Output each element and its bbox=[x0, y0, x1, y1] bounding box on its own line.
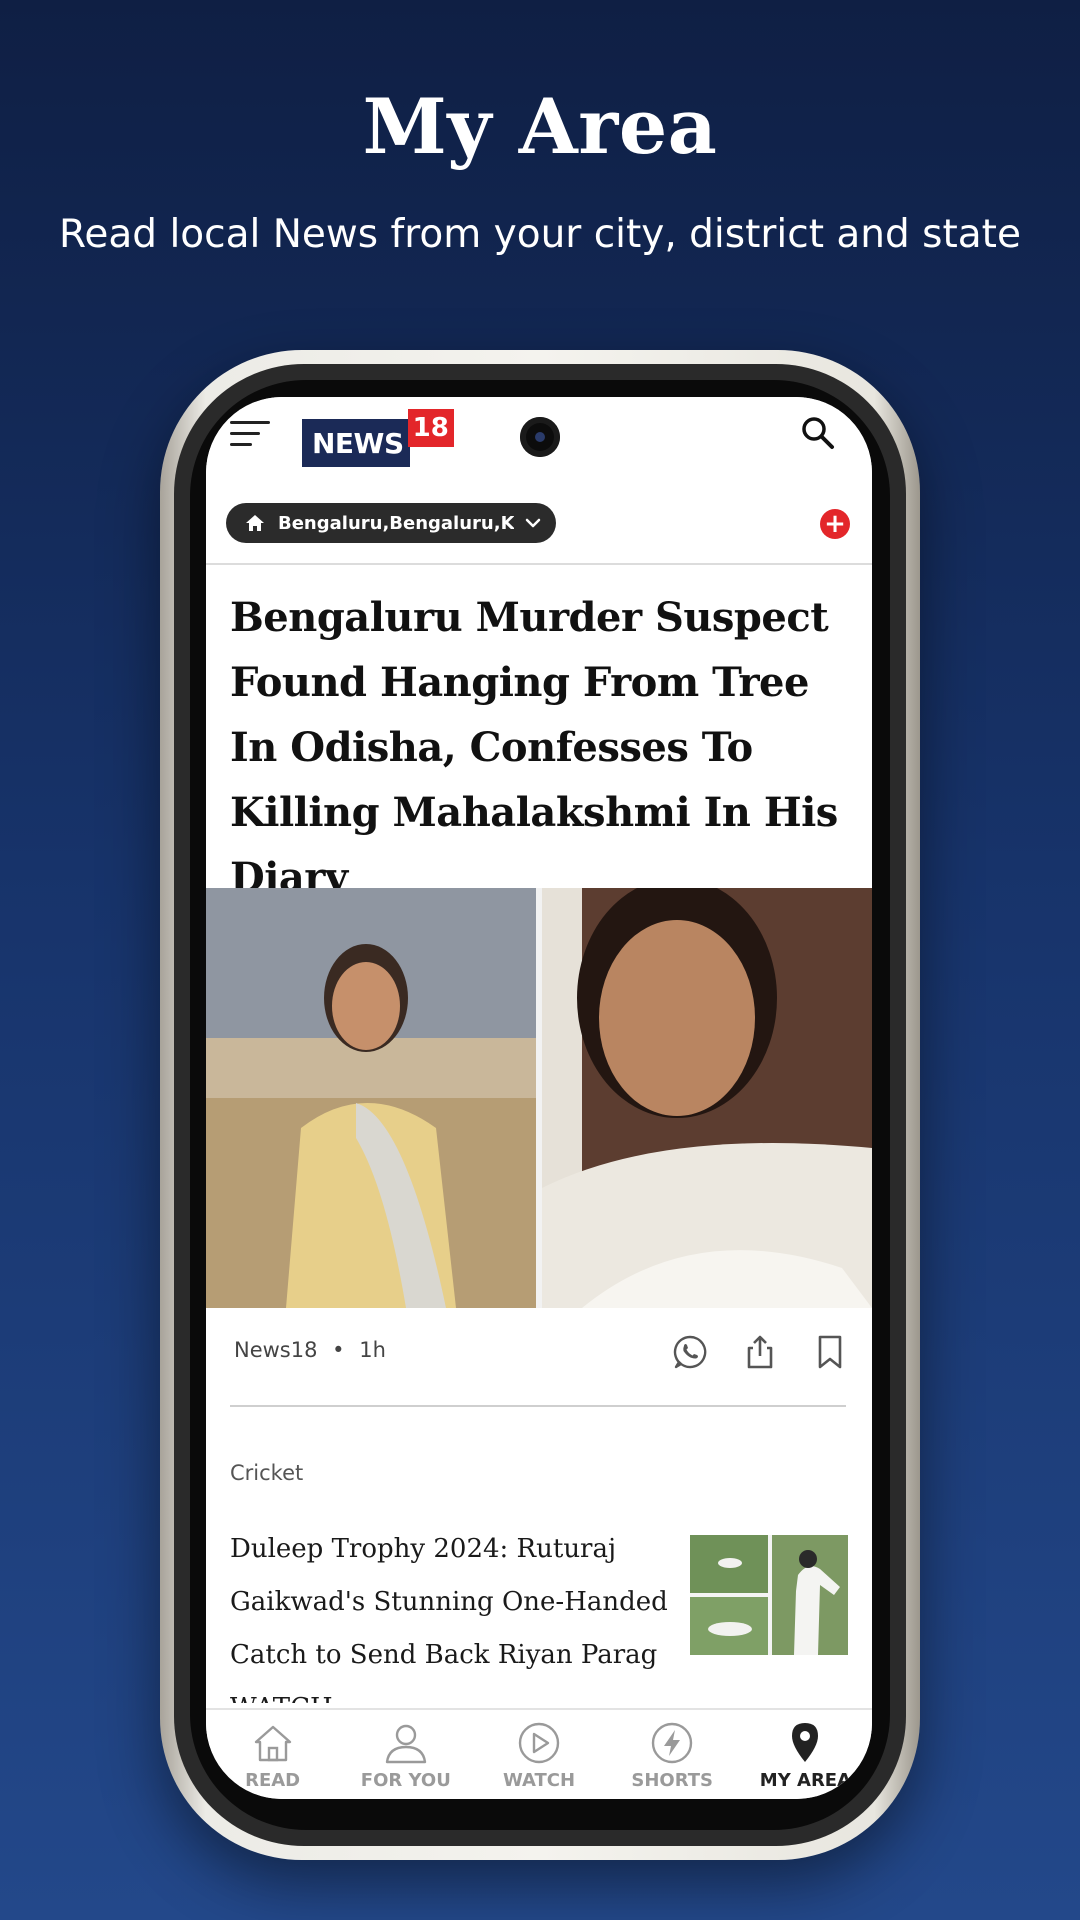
nav-label: SHORTS bbox=[631, 1770, 714, 1791]
app-header: NEWS 18 bbox=[206, 397, 872, 477]
hamburger-menu-icon[interactable] bbox=[230, 417, 272, 451]
nav-item-watch[interactable]: WATCH bbox=[472, 1710, 605, 1799]
phone-screen: NEWS 18 Bengaluru,Bengaluru,K... + Benga… bbox=[206, 397, 872, 1799]
logo-number: 18 bbox=[407, 409, 454, 447]
share-icon[interactable] bbox=[742, 1334, 778, 1370]
location-selector[interactable]: Bengaluru,Bengaluru,K... bbox=[226, 503, 556, 543]
news18-logo[interactable]: NEWS 18 bbox=[302, 409, 454, 467]
divider bbox=[230, 1405, 846, 1407]
story-category[interactable]: Cricket bbox=[230, 1461, 303, 1485]
bookmark-icon[interactable] bbox=[812, 1334, 848, 1370]
add-location-button[interactable]: + bbox=[820, 509, 850, 539]
article-headline[interactable]: Bengaluru Murder Suspect Found Hanging F… bbox=[230, 585, 850, 910]
promo-subtitle: Read local News from your city, district… bbox=[59, 212, 1021, 257]
lightning-icon bbox=[652, 1722, 693, 1764]
location-label: Bengaluru,Bengaluru,K... bbox=[278, 512, 514, 534]
promo-title: My Area bbox=[362, 82, 718, 171]
article-time: 1h bbox=[359, 1338, 386, 1362]
play-icon bbox=[518, 1722, 560, 1764]
chevron-down-icon bbox=[525, 518, 541, 528]
article-source-time: News18 • 1h bbox=[234, 1338, 386, 1362]
location-pin-icon bbox=[792, 1723, 819, 1762]
person-icon bbox=[385, 1724, 426, 1764]
logo-text: NEWS bbox=[302, 419, 410, 467]
nav-label: READ bbox=[245, 1770, 301, 1791]
nav-label: WATCH bbox=[502, 1770, 576, 1791]
home-icon bbox=[246, 515, 264, 531]
search-icon[interactable] bbox=[800, 415, 836, 451]
photo-right bbox=[542, 888, 872, 1308]
nav-label: MY AREA bbox=[759, 1770, 852, 1791]
front-camera bbox=[520, 417, 560, 457]
whatsapp-icon[interactable] bbox=[672, 1334, 708, 1370]
nav-item-my-area[interactable]: MY AREA bbox=[739, 1710, 872, 1799]
story-thumbnail[interactable] bbox=[690, 1535, 848, 1655]
article-image[interactable] bbox=[206, 888, 872, 1308]
location-bar: Bengaluru,Bengaluru,K... + bbox=[206, 477, 872, 565]
nav-label: FOR YOU bbox=[360, 1770, 451, 1791]
bottom-navigation: READ FOR YOU WATCH SHORTS MY AREA bbox=[206, 1708, 872, 1799]
article-source: News18 bbox=[234, 1338, 318, 1362]
home-icon bbox=[254, 1725, 291, 1762]
story-title[interactable]: Duleep Trophy 2024: Ruturaj Gaikwad's St… bbox=[230, 1523, 670, 1703]
nav-item-for-you[interactable]: FOR YOU bbox=[339, 1710, 472, 1799]
nav-item-read[interactable]: READ bbox=[206, 1710, 339, 1799]
meta-separator: • bbox=[332, 1338, 345, 1362]
article-meta-row: News18 • 1h bbox=[206, 1308, 872, 1398]
photo-left bbox=[206, 888, 536, 1308]
nav-item-shorts[interactable]: SHORTS bbox=[606, 1710, 739, 1799]
